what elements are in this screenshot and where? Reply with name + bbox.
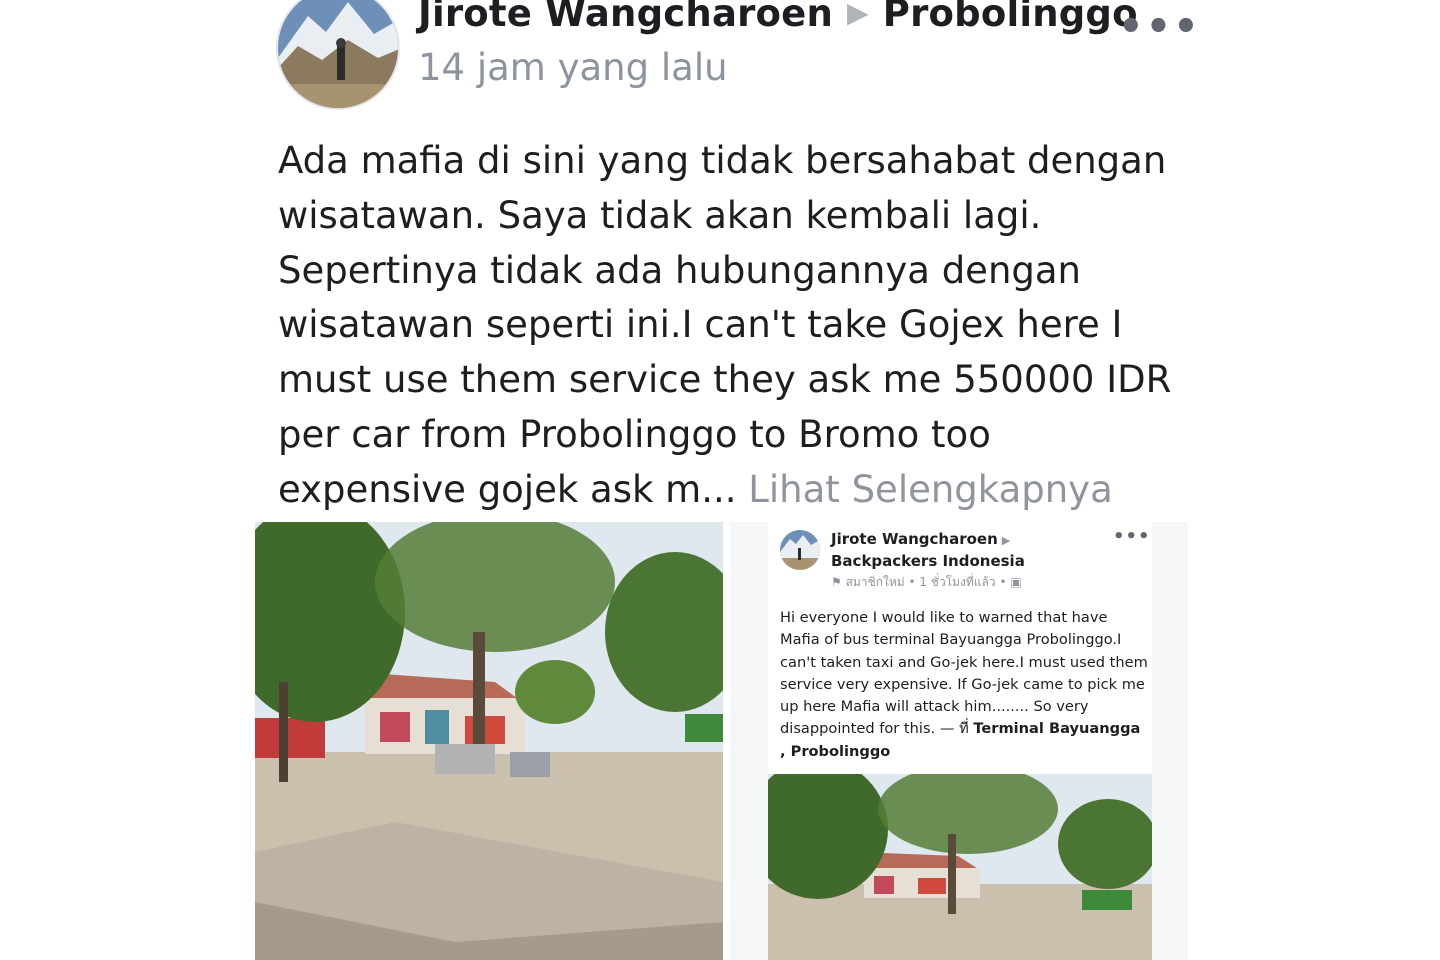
shared-post-body: Hi everyone I would like to warned that … [780, 607, 1148, 763]
group-audience-icon: ▣ [1006, 575, 1022, 589]
shared-author-name: Jirote Wangcharoen [831, 530, 998, 548]
mountain-hiker-photo [278, 0, 398, 108]
post-timestamp[interactable]: 14 jam yang lalu [418, 46, 728, 89]
post-photo-1[interactable] [255, 522, 723, 960]
location-name[interactable]: Probolinggo [883, 0, 1138, 35]
shared-more-icon: ••• [1113, 526, 1151, 547]
arrow-icon: ▶ [847, 0, 869, 29]
post-photo-2[interactable]: Jirote Wangcharoen ▶ Backpackers Indonesi… [730, 522, 1188, 960]
shared-post-photo [768, 774, 1152, 960]
post-text: Ada mafia di sini yang tidak bersahabat … [278, 139, 1172, 511]
mountain-hiker-photo [780, 530, 820, 570]
arrow-icon: ▶ [1001, 534, 1011, 547]
more-options-icon[interactable]: ••• [1118, 7, 1201, 47]
shared-meta-text: สมาชิกใหม่ • 1 ชั่วโมงที่แล้ว • [845, 575, 1007, 589]
shared-post-screenshot: Jirote Wangcharoen ▶ Backpackers Indonesi… [768, 522, 1152, 960]
bus-terminal-photo [768, 774, 1152, 960]
see-more-link[interactable]: Lihat Selengkapnya [748, 468, 1112, 511]
post-body: Ada mafia di sini yang tidak bersahabat … [278, 134, 1178, 518]
shared-group-name: Backpackers Indonesia [831, 552, 1025, 570]
facebook-post: Jirote Wangcharoen ▶ Probolinggo 14 jam ya… [0, 0, 1440, 960]
author-name[interactable]: Jirote Wangcharoen [418, 0, 833, 35]
bus-terminal-photo [255, 522, 723, 960]
shared-author-avatar [780, 530, 820, 570]
author-avatar[interactable] [276, 0, 400, 110]
shared-post-header: Jirote Wangcharoen ▶ Backpackers Indonesi… [831, 529, 1025, 572]
new-member-badge-icon: ⚑ [831, 575, 846, 589]
shared-post-meta: ⚑ สมาชิกใหม่ • 1 ชั่วโมงที่แล้ว • ▣ [831, 573, 1022, 592]
shared-post-text: Hi everyone I would like to warned that … [780, 609, 1148, 738]
post-header: Jirote Wangcharoen ▶ Probolinggo [418, 0, 1138, 35]
